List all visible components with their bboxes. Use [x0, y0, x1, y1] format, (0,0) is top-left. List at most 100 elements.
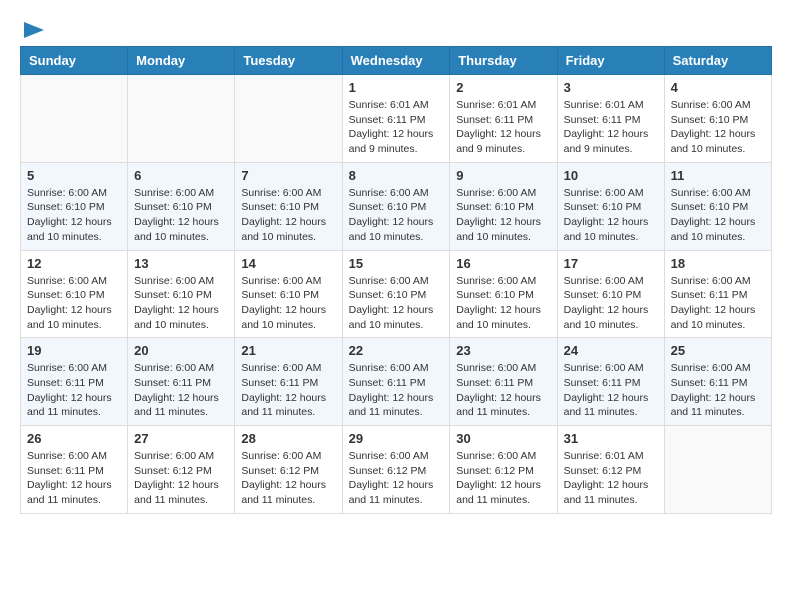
- calendar-cell: 28Sunrise: 6:00 AM Sunset: 6:12 PM Dayli…: [235, 426, 342, 514]
- day-number: 2: [456, 80, 550, 95]
- calendar-cell: [664, 426, 771, 514]
- calendar-cell: 6 Sunrise: 6:00 AM Sunset: 6:10 PM Daylig…: [128, 162, 235, 250]
- weekday-header-tuesday: Tuesday: [235, 47, 342, 75]
- day-number: 22: [349, 343, 444, 358]
- day-number: 31: [564, 431, 658, 446]
- day-number: 3: [564, 80, 658, 95]
- calendar-cell: 24Sunrise: 6:00 AM Sunset: 6:11 PM Dayli…: [557, 338, 664, 426]
- day-number: 21: [241, 343, 335, 358]
- day-info: Sunrise: 6:01 AM Sunset: 6:11 PM Dayligh…: [564, 98, 658, 157]
- day-info: Sunrise: 6:01 AM Sunset: 6:11 PM Dayligh…: [456, 98, 550, 157]
- day-number: 7: [241, 168, 335, 183]
- calendar-cell: 15Sunrise: 6:00 AM Sunset: 6:10 PM Dayli…: [342, 250, 450, 338]
- day-info: Sunrise: 6:00 AM Sunset: 6:10 PM Dayligh…: [564, 186, 658, 245]
- day-number: 10: [564, 168, 658, 183]
- calendar-cell: 11 Sunrise: 6:00 AM Sunset: 6:10 PM Dayli…: [664, 162, 771, 250]
- calendar-cell: 22 Sunrise: 6:00 AM Sunset: 6:11 PM Dayli…: [342, 338, 450, 426]
- calendar-cell: 25 Sunrise: 6:00 AM Sunset: 6:11 PM Dayli…: [664, 338, 771, 426]
- day-info: Sunrise: 6:00 AM Sunset: 6:11 PM Dayligh…: [134, 361, 228, 420]
- day-number: 30: [456, 431, 550, 446]
- day-info: Sunrise: 6:00 AM Sunset: 6:11 PM Dayligh…: [671, 274, 765, 333]
- calendar-cell: 19 Sunrise: 6:00 AM Sunset: 6:11 PM Dayli…: [21, 338, 128, 426]
- day-number: 19: [27, 343, 121, 358]
- day-number: 8: [349, 168, 444, 183]
- calendar-cell: 10 Sunrise: 6:00 AM Sunset: 6:10 PM Dayli…: [557, 162, 664, 250]
- day-number: 12: [27, 256, 121, 271]
- day-info: Sunrise: 6:00 AM Sunset: 6:11 PM Dayligh…: [349, 361, 444, 420]
- day-number: 25: [671, 343, 765, 358]
- day-info: Sunrise: 6:00 AM Sunset: 6:10 PM Dayligh…: [349, 186, 444, 245]
- day-number: 29: [349, 431, 444, 446]
- day-number: 1: [349, 80, 444, 95]
- day-number: 26: [27, 431, 121, 446]
- day-number: 20: [134, 343, 228, 358]
- calendar-cell: 13 Sunrise: 6:00 AM Sunset: 6:10 PM Dayli…: [128, 250, 235, 338]
- calendar-cell: 23 Sunrise: 6:00 AM Sunset: 6:11 PM Dayli…: [450, 338, 557, 426]
- weekday-header-saturday: Saturday: [664, 47, 771, 75]
- calendar-table: SundayMondayTuesdayWednesdayThursdayFrid…: [20, 46, 772, 514]
- page-header: [20, 20, 772, 36]
- day-number: 13: [134, 256, 228, 271]
- calendar-cell: 9 Sunrise: 6:00 AM Sunset: 6:10 PM Daylig…: [450, 162, 557, 250]
- day-number: 11: [671, 168, 765, 183]
- day-number: 27: [134, 431, 228, 446]
- calendar-week-row: 5 Sunrise: 6:00 AM Sunset: 6:10 PM Daylig…: [21, 162, 772, 250]
- calendar-cell: 8 Sunrise: 6:00 AM Sunset: 6:10 PM Daylig…: [342, 162, 450, 250]
- day-info: Sunrise: 6:00 AM Sunset: 6:10 PM Dayligh…: [456, 186, 550, 245]
- day-number: 28: [241, 431, 335, 446]
- day-number: 5: [27, 168, 121, 183]
- day-number: 4: [671, 80, 765, 95]
- weekday-header-monday: Monday: [128, 47, 235, 75]
- day-info: Sunrise: 6:00 AM Sunset: 6:10 PM Dayligh…: [241, 186, 335, 245]
- calendar-cell: 31 Sunrise: 6:01 AM Sunset: 6:12 PM Dayli…: [557, 426, 664, 514]
- weekday-header-wednesday: Wednesday: [342, 47, 450, 75]
- day-info: Sunrise: 6:00 AM Sunset: 6:10 PM Dayligh…: [241, 274, 335, 333]
- calendar-cell: [21, 75, 128, 163]
- day-info: Sunrise: 6:00 AM Sunset: 6:12 PM Dayligh…: [456, 449, 550, 508]
- calendar-cell: 3 Sunrise: 6:01 AM Sunset: 6:11 PM Daylig…: [557, 75, 664, 163]
- day-number: 18: [671, 256, 765, 271]
- day-info: Sunrise: 6:00 AM Sunset: 6:10 PM Dayligh…: [134, 274, 228, 333]
- calendar-cell: 7 Sunrise: 6:00 AM Sunset: 6:10 PM Daylig…: [235, 162, 342, 250]
- day-info: Sunrise: 6:00 AM Sunset: 6:12 PM Dayligh…: [134, 449, 228, 508]
- calendar-cell: 17 Sunrise: 6:00 AM Sunset: 6:10 PM Dayli…: [557, 250, 664, 338]
- day-info: Sunrise: 6:00 AM Sunset: 6:10 PM Dayligh…: [564, 274, 658, 333]
- calendar-cell: [235, 75, 342, 163]
- logo: [20, 20, 46, 36]
- day-info: Sunrise: 6:00 AM Sunset: 6:10 PM Dayligh…: [671, 186, 765, 245]
- day-info: Sunrise: 6:00 AM Sunset: 6:10 PM Dayligh…: [134, 186, 228, 245]
- calendar-cell: 4Sunrise: 6:00 AM Sunset: 6:10 PM Daylig…: [664, 75, 771, 163]
- day-info: Sunrise: 6:00 AM Sunset: 6:11 PM Dayligh…: [564, 361, 658, 420]
- day-info: Sunrise: 6:00 AM Sunset: 6:10 PM Dayligh…: [349, 274, 444, 333]
- calendar-cell: 20 Sunrise: 6:00 AM Sunset: 6:11 PM Dayli…: [128, 338, 235, 426]
- day-info: Sunrise: 6:00 AM Sunset: 6:11 PM Dayligh…: [241, 361, 335, 420]
- calendar-cell: 12 Sunrise: 6:00 AM Sunset: 6:10 PM Dayli…: [21, 250, 128, 338]
- day-info: Sunrise: 6:01 AM Sunset: 6:12 PM Dayligh…: [564, 449, 658, 508]
- day-info: Sunrise: 6:00 AM Sunset: 6:11 PM Dayligh…: [456, 361, 550, 420]
- day-info: Sunrise: 6:00 AM Sunset: 6:11 PM Dayligh…: [27, 361, 121, 420]
- day-number: 16: [456, 256, 550, 271]
- day-number: 9: [456, 168, 550, 183]
- calendar-cell: 29 Sunrise: 6:00 AM Sunset: 6:12 PM Dayli…: [342, 426, 450, 514]
- day-number: 14: [241, 256, 335, 271]
- calendar-week-row: 19 Sunrise: 6:00 AM Sunset: 6:11 PM Dayli…: [21, 338, 772, 426]
- calendar-header-row: SundayMondayTuesdayWednesdayThursdayFrid…: [21, 47, 772, 75]
- day-info: Sunrise: 6:00 AM Sunset: 6:12 PM Dayligh…: [349, 449, 444, 508]
- day-info: Sunrise: 6:00 AM Sunset: 6:10 PM Dayligh…: [27, 274, 121, 333]
- calendar-cell: 5Sunrise: 6:00 AM Sunset: 6:10 PM Daylig…: [21, 162, 128, 250]
- calendar-cell: 1Sunrise: 6:01 AM Sunset: 6:11 PM Daylig…: [342, 75, 450, 163]
- calendar-cell: 18 Sunrise: 6:00 AM Sunset: 6:11 PM Dayli…: [664, 250, 771, 338]
- weekday-header-thursday: Thursday: [450, 47, 557, 75]
- calendar-week-row: 12 Sunrise: 6:00 AM Sunset: 6:10 PM Dayli…: [21, 250, 772, 338]
- calendar-cell: 2 Sunrise: 6:01 AM Sunset: 6:11 PM Daylig…: [450, 75, 557, 163]
- day-number: 23: [456, 343, 550, 358]
- day-number: 17: [564, 256, 658, 271]
- day-info: Sunrise: 6:00 AM Sunset: 6:11 PM Dayligh…: [671, 361, 765, 420]
- calendar-cell: 16 Sunrise: 6:00 AM Sunset: 6:10 PM Dayli…: [450, 250, 557, 338]
- day-number: 6: [134, 168, 228, 183]
- calendar-cell: 26Sunrise: 6:00 AM Sunset: 6:11 PM Dayli…: [21, 426, 128, 514]
- calendar-cell: 14 Sunrise: 6:00 AM Sunset: 6:10 PM Dayli…: [235, 250, 342, 338]
- calendar-cell: [128, 75, 235, 163]
- weekday-header-friday: Friday: [557, 47, 664, 75]
- day-info: Sunrise: 6:00 AM Sunset: 6:10 PM Dayligh…: [456, 274, 550, 333]
